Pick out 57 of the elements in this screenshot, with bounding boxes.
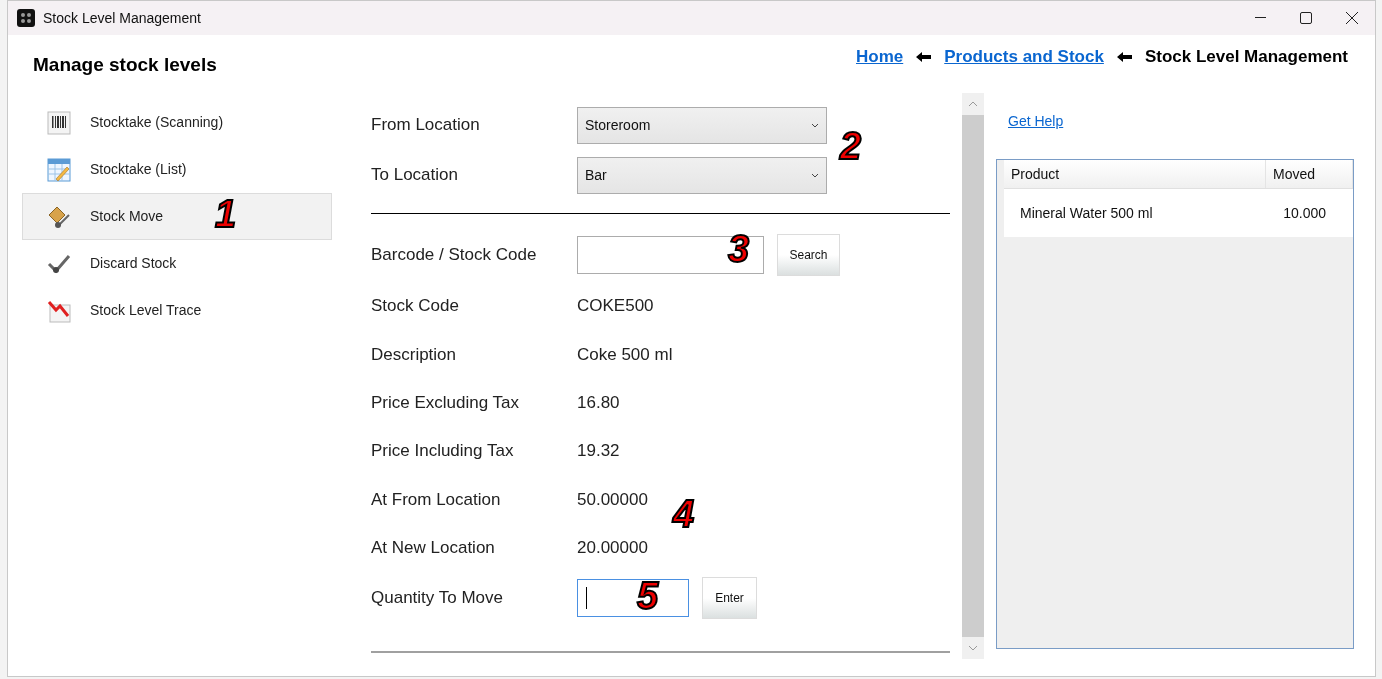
- field-value: Coke 500 ml: [577, 343, 673, 366]
- field-value: 20.00000: [577, 536, 648, 559]
- breadcrumb-current: Stock Level Management: [1144, 46, 1348, 68]
- barcode-field[interactable]: [577, 236, 764, 274]
- quantity-field[interactable]: [577, 578, 689, 617]
- maximize-icon: [1300, 12, 1312, 24]
- back-arrow-icon: [916, 51, 932, 62]
- callout-number: 5: [637, 577, 659, 615]
- scroll-down-icon: [968, 645, 978, 651]
- breadcrumb-link[interactable]: Products and Stock: [944, 44, 1104, 70]
- field-label: At From Location: [371, 488, 502, 511]
- field-label: Price Including Tax: [371, 440, 515, 463]
- location-dropdown[interactable]: Storeroom: [577, 106, 827, 144]
- chevron-down-icon: [811, 122, 819, 128]
- back-arrow-icon: [1116, 51, 1132, 62]
- callout-number: 2: [840, 127, 862, 165]
- field-value: 50.00000: [577, 488, 648, 511]
- barcode-icon: [47, 110, 71, 135]
- breadcrumb-link[interactable]: Home: [856, 44, 904, 70]
- callout-number: 1: [215, 195, 237, 233]
- hand-truck-box-icon: [47, 204, 71, 229]
- field-label: Price Excluding Tax: [371, 392, 521, 414]
- app-icon: [17, 9, 35, 27]
- field-label: Description: [371, 343, 458, 366]
- search-button[interactable]: Search: [777, 234, 840, 276]
- scroll-up-icon: [968, 101, 978, 107]
- chevron-down-icon: [811, 172, 819, 178]
- window-title: Stock Level Management: [43, 8, 201, 28]
- page-heading: Manage stock levels: [33, 53, 217, 77]
- minimize-icon: [1254, 17, 1266, 19]
- scrollbar[interactable]: [962, 93, 984, 659]
- field-value: 16.80: [577, 392, 620, 414]
- column-header[interactable]: Moved: [1266, 160, 1353, 188]
- field-label: From Location: [371, 114, 481, 137]
- callout-number: 3: [728, 230, 750, 268]
- close-icon: [1346, 12, 1358, 24]
- table-row[interactable]: Mineral Water 500 ml 10.000: [1004, 189, 1353, 237]
- sidebar-item[interactable]: Discard Stock: [22, 240, 332, 287]
- declining-chart-icon: [47, 298, 71, 323]
- field-label: Stock Code: [371, 295, 460, 318]
- table-cell-text: Mineral Water 500 ml: [1019, 203, 1154, 223]
- sidebar-item[interactable]: Stock Level Trace: [22, 287, 332, 334]
- field-value: COKE500: [577, 295, 654, 318]
- field-value: 19.32: [577, 440, 620, 463]
- field-label: To Location: [371, 164, 459, 187]
- column-header[interactable]: Product: [1004, 160, 1266, 188]
- help-link[interactable]: Get Help: [1008, 111, 1064, 132]
- table-cell-text: 10.000: [1282, 203, 1327, 223]
- field-label: At New Location: [371, 536, 496, 559]
- callout-number: 4: [673, 495, 695, 533]
- field-label: Barcode / Stock Code: [371, 244, 538, 267]
- field-label: Quantity To Move: [371, 587, 504, 610]
- sidebar-item[interactable]: Stocktake (List): [22, 146, 332, 193]
- spreadsheet-pencil-icon: [47, 157, 71, 182]
- sidebar-item[interactable]: Stocktake (Scanning): [22, 99, 332, 146]
- enter-button[interactable]: Enter: [702, 576, 757, 619]
- location-dropdown[interactable]: Bar: [577, 156, 827, 194]
